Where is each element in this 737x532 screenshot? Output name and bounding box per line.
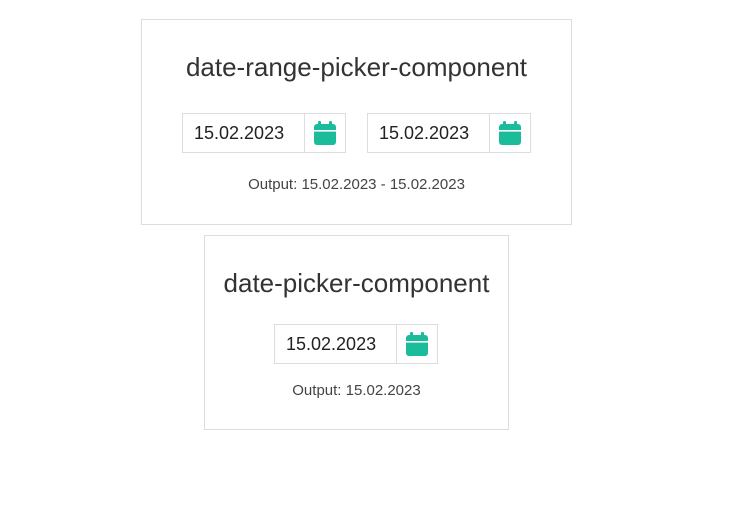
- range-end-date-input[interactable]: [368, 114, 490, 152]
- range-output-label: Output:: [248, 176, 298, 193]
- range-output-value: 15.02.2023 - 15.02.2023: [301, 176, 465, 193]
- date-picker-title: date-picker-component: [223, 268, 490, 298]
- range-start-date-field: [182, 113, 346, 153]
- range-picker-title: date-range-picker-component: [185, 52, 528, 82]
- calendar-icon: [499, 121, 521, 145]
- single-calendar-button[interactable]: [397, 325, 437, 363]
- range-end-date-field: [367, 113, 531, 153]
- date-picker-card: date-picker-component Output: 15.02.2023: [204, 235, 509, 430]
- range-start-date-input[interactable]: [183, 114, 305, 152]
- single-date-input[interactable]: [275, 325, 397, 363]
- date-range-picker-card: date-range-picker-component Output: 15.0…: [141, 19, 572, 225]
- single-output: Output: 15.02.2023: [205, 382, 508, 399]
- calendar-icon: [406, 332, 428, 356]
- single-date-field: [274, 324, 438, 364]
- range-end-calendar-button[interactable]: [490, 114, 530, 152]
- range-start-calendar-button[interactable]: [305, 114, 345, 152]
- calendar-icon: [314, 121, 336, 145]
- range-output: Output: 15.02.2023 - 15.02.2023: [142, 176, 571, 193]
- single-output-label: Output:: [292, 382, 342, 399]
- single-output-value: 15.02.2023: [345, 382, 421, 399]
